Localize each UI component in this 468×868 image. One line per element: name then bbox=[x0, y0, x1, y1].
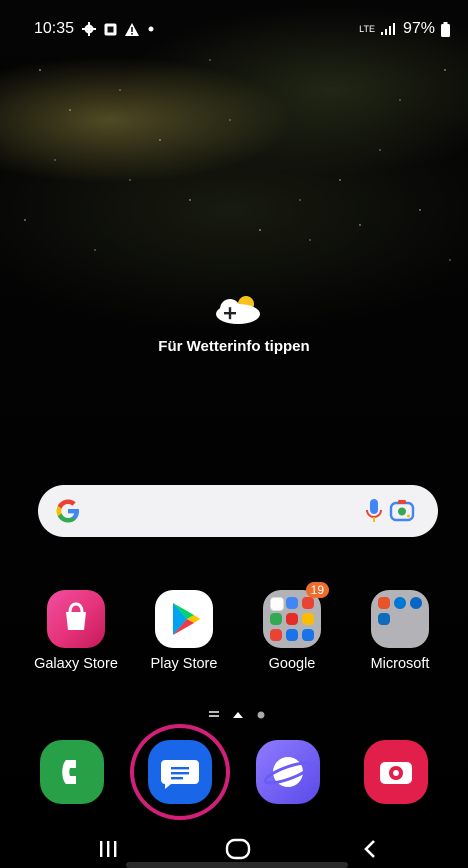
home-icon bbox=[225, 838, 251, 860]
galaxy-store-icon bbox=[47, 590, 105, 648]
app-play-store[interactable]: Play Store bbox=[134, 590, 234, 672]
network-type: LTE bbox=[359, 23, 375, 34]
app-label: Google bbox=[268, 656, 316, 672]
folder-microsoft[interactable]: Microsoft bbox=[350, 590, 450, 672]
mini-linkedin-icon bbox=[410, 597, 422, 609]
status-left: 10:35 bbox=[34, 20, 155, 38]
dock-phone[interactable] bbox=[40, 740, 104, 804]
app-label: Microsoft bbox=[370, 656, 430, 672]
camera-icon bbox=[380, 762, 412, 784]
mini-google-icon bbox=[270, 597, 284, 611]
gesture-handle bbox=[126, 862, 348, 868]
shopping-bag-icon bbox=[66, 602, 86, 630]
mini-maps-icon bbox=[270, 613, 282, 625]
folder-google[interactable]: 19 Google bbox=[242, 582, 342, 672]
mini-onedrive-icon bbox=[394, 597, 406, 609]
back-button[interactable] bbox=[340, 830, 400, 868]
mini-meet-icon bbox=[302, 629, 314, 641]
google-g-icon bbox=[56, 499, 79, 523]
chat-bubble-icon bbox=[161, 760, 199, 789]
mini-office-icon bbox=[378, 597, 390, 609]
dock-camera[interactable] bbox=[364, 740, 428, 804]
mini-ytmusic-icon bbox=[270, 629, 282, 641]
status-right: LTE 97% bbox=[359, 20, 450, 38]
warning-triangle-icon bbox=[125, 22, 140, 36]
mini-tv-icon bbox=[286, 629, 298, 641]
phone-handset-icon bbox=[62, 760, 76, 784]
google-folder-icon: 19 bbox=[263, 582, 329, 648]
more-dot-icon bbox=[148, 26, 154, 32]
pager-dot bbox=[257, 711, 265, 719]
recents-icon bbox=[100, 841, 117, 857]
dock-messages[interactable] bbox=[148, 740, 212, 804]
status-time: 10:35 bbox=[34, 20, 75, 37]
mini-gmail-icon bbox=[302, 597, 314, 609]
page-indicator[interactable] bbox=[0, 706, 468, 722]
mini-youtube-icon bbox=[286, 613, 298, 625]
app-label: Galaxy Store bbox=[34, 656, 118, 672]
play-store-icon bbox=[155, 590, 213, 648]
battery-icon bbox=[441, 21, 450, 37]
app-label: Play Store bbox=[150, 656, 218, 672]
play-triangle-icon bbox=[173, 603, 200, 635]
notification-square-icon bbox=[104, 23, 117, 35]
google-search-bar[interactable] bbox=[38, 485, 438, 537]
weather-label: Für Wetterinfo tippen bbox=[158, 338, 310, 355]
settings-gear-icon bbox=[82, 22, 97, 36]
weather-add-icon bbox=[216, 296, 260, 324]
status-bar: 10:35 LTE 97% bbox=[0, 0, 468, 60]
notification-badge: 19 bbox=[305, 582, 329, 598]
mini-drive-icon bbox=[302, 613, 314, 625]
pager-menu-icon bbox=[209, 711, 219, 713]
app-galaxy-store[interactable]: Galaxy Store bbox=[26, 590, 126, 672]
battery-percent: 97% bbox=[402, 20, 435, 37]
dock-samsung-internet[interactable] bbox=[256, 740, 320, 804]
mini-outlook-icon bbox=[378, 613, 390, 625]
microsoft-folder-icon bbox=[371, 590, 429, 648]
mic-icon[interactable] bbox=[364, 497, 384, 525]
signal-icon bbox=[380, 23, 395, 35]
google-lens-icon[interactable] bbox=[388, 497, 416, 525]
pager-home-icon bbox=[233, 712, 243, 718]
planet-icon bbox=[263, 757, 313, 787]
mini-chrome-icon bbox=[286, 597, 298, 609]
back-chevron-icon bbox=[364, 840, 375, 858]
